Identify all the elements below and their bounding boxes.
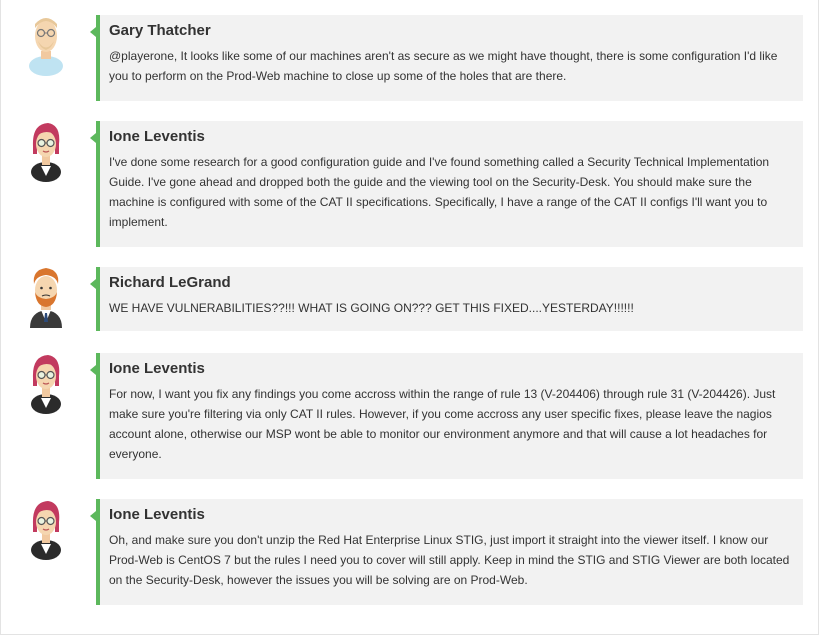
message-bubble: Ione Leventis Oh, and make sure you don'… (90, 499, 803, 605)
message-author: Ione Leventis (109, 360, 205, 377)
message-text: @playerone, It looks like some of our ma… (109, 49, 778, 83)
message-text: I've done some research for a good confi… (109, 155, 770, 229)
ione-avatar (26, 352, 66, 414)
message-author: Gary Thatcher (109, 22, 211, 39)
message-text: WE HAVE VULNERABILITIES??!!! WHAT IS GOI… (109, 301, 634, 315)
ione-avatar (26, 120, 66, 182)
message-author: Ione Leventis (109, 128, 205, 145)
message-bubble: Ione Leventis For now, I want you fix an… (90, 353, 803, 479)
message-bubble: Richard LeGrand WE HAVE VULNERABILITIES?… (90, 267, 803, 331)
ione-avatar (26, 498, 66, 560)
message-author: Ione Leventis (109, 506, 205, 523)
richard-avatar (26, 266, 66, 328)
message-text: Oh, and make sure you don't unzip the Re… (109, 533, 790, 587)
message-author: Richard LeGrand (109, 274, 231, 291)
gary-avatar (26, 14, 66, 76)
message-bubble: Ione Leventis I've done some research fo… (90, 121, 803, 247)
message-text: For now, I want you fix any findings you… (109, 387, 776, 461)
message-bubble: Gary Thatcher @playerone, It looks like … (90, 15, 803, 101)
